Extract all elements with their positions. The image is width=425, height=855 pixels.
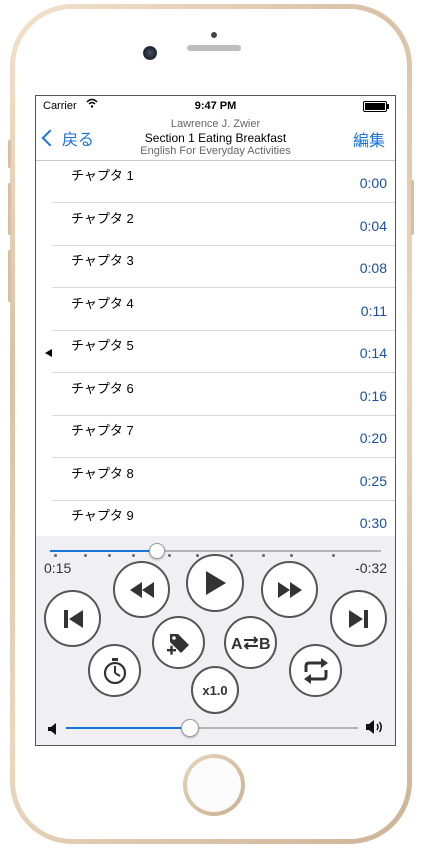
- elapsed-time: 0:15: [44, 560, 72, 576]
- chevron-left-icon: [41, 129, 59, 147]
- battery-icon: [363, 101, 389, 112]
- section-title: Section 1 Eating Breakfast: [144, 131, 287, 145]
- chapter-row[interactable]: チャプタ 6 0:16: [36, 374, 395, 416]
- tag-add-icon: [166, 633, 189, 655]
- chapter-name: チャプタ 8: [71, 465, 134, 481]
- back-label: 戻る: [62, 132, 95, 149]
- current-chapter-indicator-icon: [45, 349, 52, 357]
- play-button[interactable]: [186, 554, 244, 612]
- skip-to-start-icon: [63, 609, 83, 628]
- chapter-tick: [108, 554, 111, 557]
- chapter-name: チャプタ 3: [71, 253, 134, 268]
- play-icon: [206, 571, 226, 595]
- player-controls: 0:15 -0:32 A B x1.0: [36, 536, 395, 745]
- chapter-time: 0:20: [359, 430, 387, 446]
- bookmark-button[interactable]: [152, 616, 205, 669]
- volume-slider[interactable]: [66, 719, 358, 737]
- stopwatch-icon: [103, 657, 126, 684]
- chapter-name: チャプタ 5: [71, 338, 134, 353]
- speaker-high-icon: [366, 719, 386, 740]
- chapter-name: チャプタ 2: [71, 210, 134, 226]
- chapter-name: チャプタ 1: [71, 168, 134, 183]
- svg-text:A: A: [231, 636, 243, 653]
- earpiece-speaker: [187, 45, 241, 51]
- chapter-tick: [168, 554, 171, 557]
- chapter-tick: [54, 554, 57, 557]
- ab-repeat-button[interactable]: A B: [224, 616, 277, 669]
- chapter-time: 0:11: [360, 302, 387, 319]
- chapter-row[interactable]: チャプタ 1 0:00: [36, 161, 395, 203]
- status-time: 9:47 PM: [194, 100, 237, 112]
- chapter-name: チャプタ 4: [71, 295, 134, 311]
- chapter-tick: [84, 554, 87, 557]
- chapter-time: 0:08: [359, 260, 387, 276]
- chapter-time: 0:30: [359, 515, 387, 531]
- ab-repeat-icon: A B: [231, 636, 271, 653]
- volume-up-button: [8, 183, 11, 235]
- volume-thumb[interactable]: [180, 719, 199, 737]
- book-title: English For Everyday Activities: [140, 145, 291, 157]
- chapter-time: 0:25: [359, 472, 387, 489]
- fast-forward-button[interactable]: [261, 561, 318, 618]
- home-button[interactable]: [183, 754, 245, 816]
- skip-to-start-button[interactable]: [44, 590, 101, 647]
- proximity-sensor: [211, 32, 217, 38]
- chapter-name: チャプタ 6: [71, 380, 134, 396]
- skip-to-end-icon: [348, 609, 368, 628]
- mute-switch: [8, 140, 11, 168]
- chapter-tick: [132, 554, 135, 557]
- author-label: Lawrence J. Zwier: [170, 118, 261, 130]
- chapter-tick: [332, 554, 335, 557]
- edit-button[interactable]: 編集: [353, 127, 385, 151]
- app-screen: Carrier 9:47 PM 戻る Lawrence J. Zwier Sec…: [35, 95, 396, 746]
- chapter-tick: [196, 554, 199, 557]
- remaining-time: -0:32: [355, 560, 387, 576]
- chapter-time: 0:14: [359, 345, 387, 361]
- svg-text:B: B: [259, 636, 271, 653]
- seek-slider[interactable]: [50, 543, 381, 559]
- status-bar: Carrier 9:47 PM: [36, 96, 395, 116]
- chapter-tick: [230, 554, 233, 557]
- chapter-time: 0:04: [359, 217, 387, 234]
- back-button[interactable]: 戻る: [41, 126, 95, 150]
- rewind-button[interactable]: [113, 561, 170, 618]
- chapter-tick: [290, 554, 293, 557]
- chapter-tick: [262, 554, 265, 557]
- chapter-row[interactable]: チャプタ 3 0:08: [36, 246, 395, 288]
- front-camera: [143, 46, 157, 60]
- volume-level: [66, 727, 189, 729]
- chapter-row[interactable]: チャプタ 7 0:20: [36, 416, 395, 458]
- sleep-timer-button[interactable]: [88, 644, 141, 697]
- speed-label: x1.0: [202, 682, 228, 698]
- repeat-icon: [303, 657, 328, 684]
- playback-speed-button[interactable]: x1.0: [191, 666, 239, 714]
- navigation-bar: 戻る Lawrence J. Zwier Section 1 Eating Br…: [36, 116, 395, 161]
- chapter-time: 0:00: [359, 175, 387, 191]
- volume-down-button: [8, 250, 11, 302]
- chapter-row[interactable]: チャプタ 2 0:04: [36, 204, 395, 246]
- speaker-low-icon: [48, 722, 58, 740]
- chapter-name: チャプタ 9: [71, 508, 134, 523]
- chapter-row[interactable]: チャプタ 8 0:25: [36, 459, 395, 501]
- chapter-list[interactable]: チャプタ 1 0:00 チャプタ 2 0:04 チャプタ 3 0:08 チャプタ…: [36, 161, 395, 536]
- rewind-icon: [129, 581, 154, 598]
- chapter-row[interactable]: チャプタ 9 0:30: [36, 501, 395, 536]
- chapter-row[interactable]: チャプタ 4 0:11: [36, 289, 395, 331]
- chapter-name: チャプタ 7: [71, 423, 134, 438]
- chapter-row-current[interactable]: チャプタ 5 0:14: [36, 331, 395, 373]
- repeat-button[interactable]: [289, 644, 342, 697]
- skip-to-end-button[interactable]: [330, 590, 387, 647]
- seek-progress: [50, 550, 156, 552]
- fast-forward-icon: [277, 581, 302, 598]
- chapter-time: 0:16: [359, 387, 387, 404]
- seek-thumb[interactable]: [148, 543, 165, 559]
- power-button: [411, 180, 414, 235]
